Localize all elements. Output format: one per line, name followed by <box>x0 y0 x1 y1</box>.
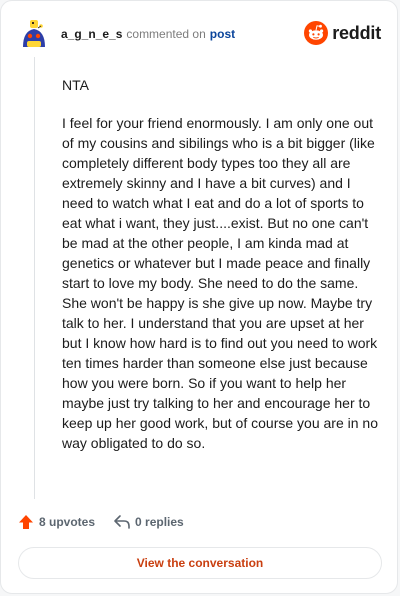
view-conversation-button[interactable]: View the conversation <box>18 547 382 579</box>
comment-actions: 8 upvotes 0 replies <box>17 513 184 531</box>
upvote-count: 8 upvotes <box>39 515 96 529</box>
commented-on-label: commented on <box>126 27 206 41</box>
reddit-wordmark: reddit <box>332 22 381 43</box>
reddit-brand-link[interactable]: reddit <box>304 21 381 45</box>
thread-line[interactable] <box>34 57 35 499</box>
comment-paragraph: NTA <box>62 77 89 93</box>
reply-count: 0 replies <box>135 515 184 529</box>
snoo-avatar-icon <box>17 17 51 51</box>
comment-body: NTA I feel for your friend enormously. I… <box>62 75 378 471</box>
reddit-logo-icon <box>304 21 329 45</box>
comment-header: a_g_n_e_s commented on post reddit <box>17 15 381 53</box>
comment-card: a_g_n_e_s commented on post reddit NTA I… <box>0 0 398 594</box>
comment-meta: a_g_n_e_s commented on post <box>61 27 235 41</box>
post-link[interactable]: post <box>210 27 235 41</box>
upvote-arrow-icon <box>19 515 33 529</box>
reply-button[interactable]: 0 replies <box>113 513 184 531</box>
user-avatar[interactable] <box>17 17 51 51</box>
username[interactable]: a_g_n_e_s <box>61 27 122 41</box>
upvote-button[interactable]: 8 upvotes <box>17 513 95 531</box>
reply-arrow-icon <box>114 515 130 529</box>
comment-paragraph: I feel for your friend enormously. I am … <box>62 115 378 451</box>
